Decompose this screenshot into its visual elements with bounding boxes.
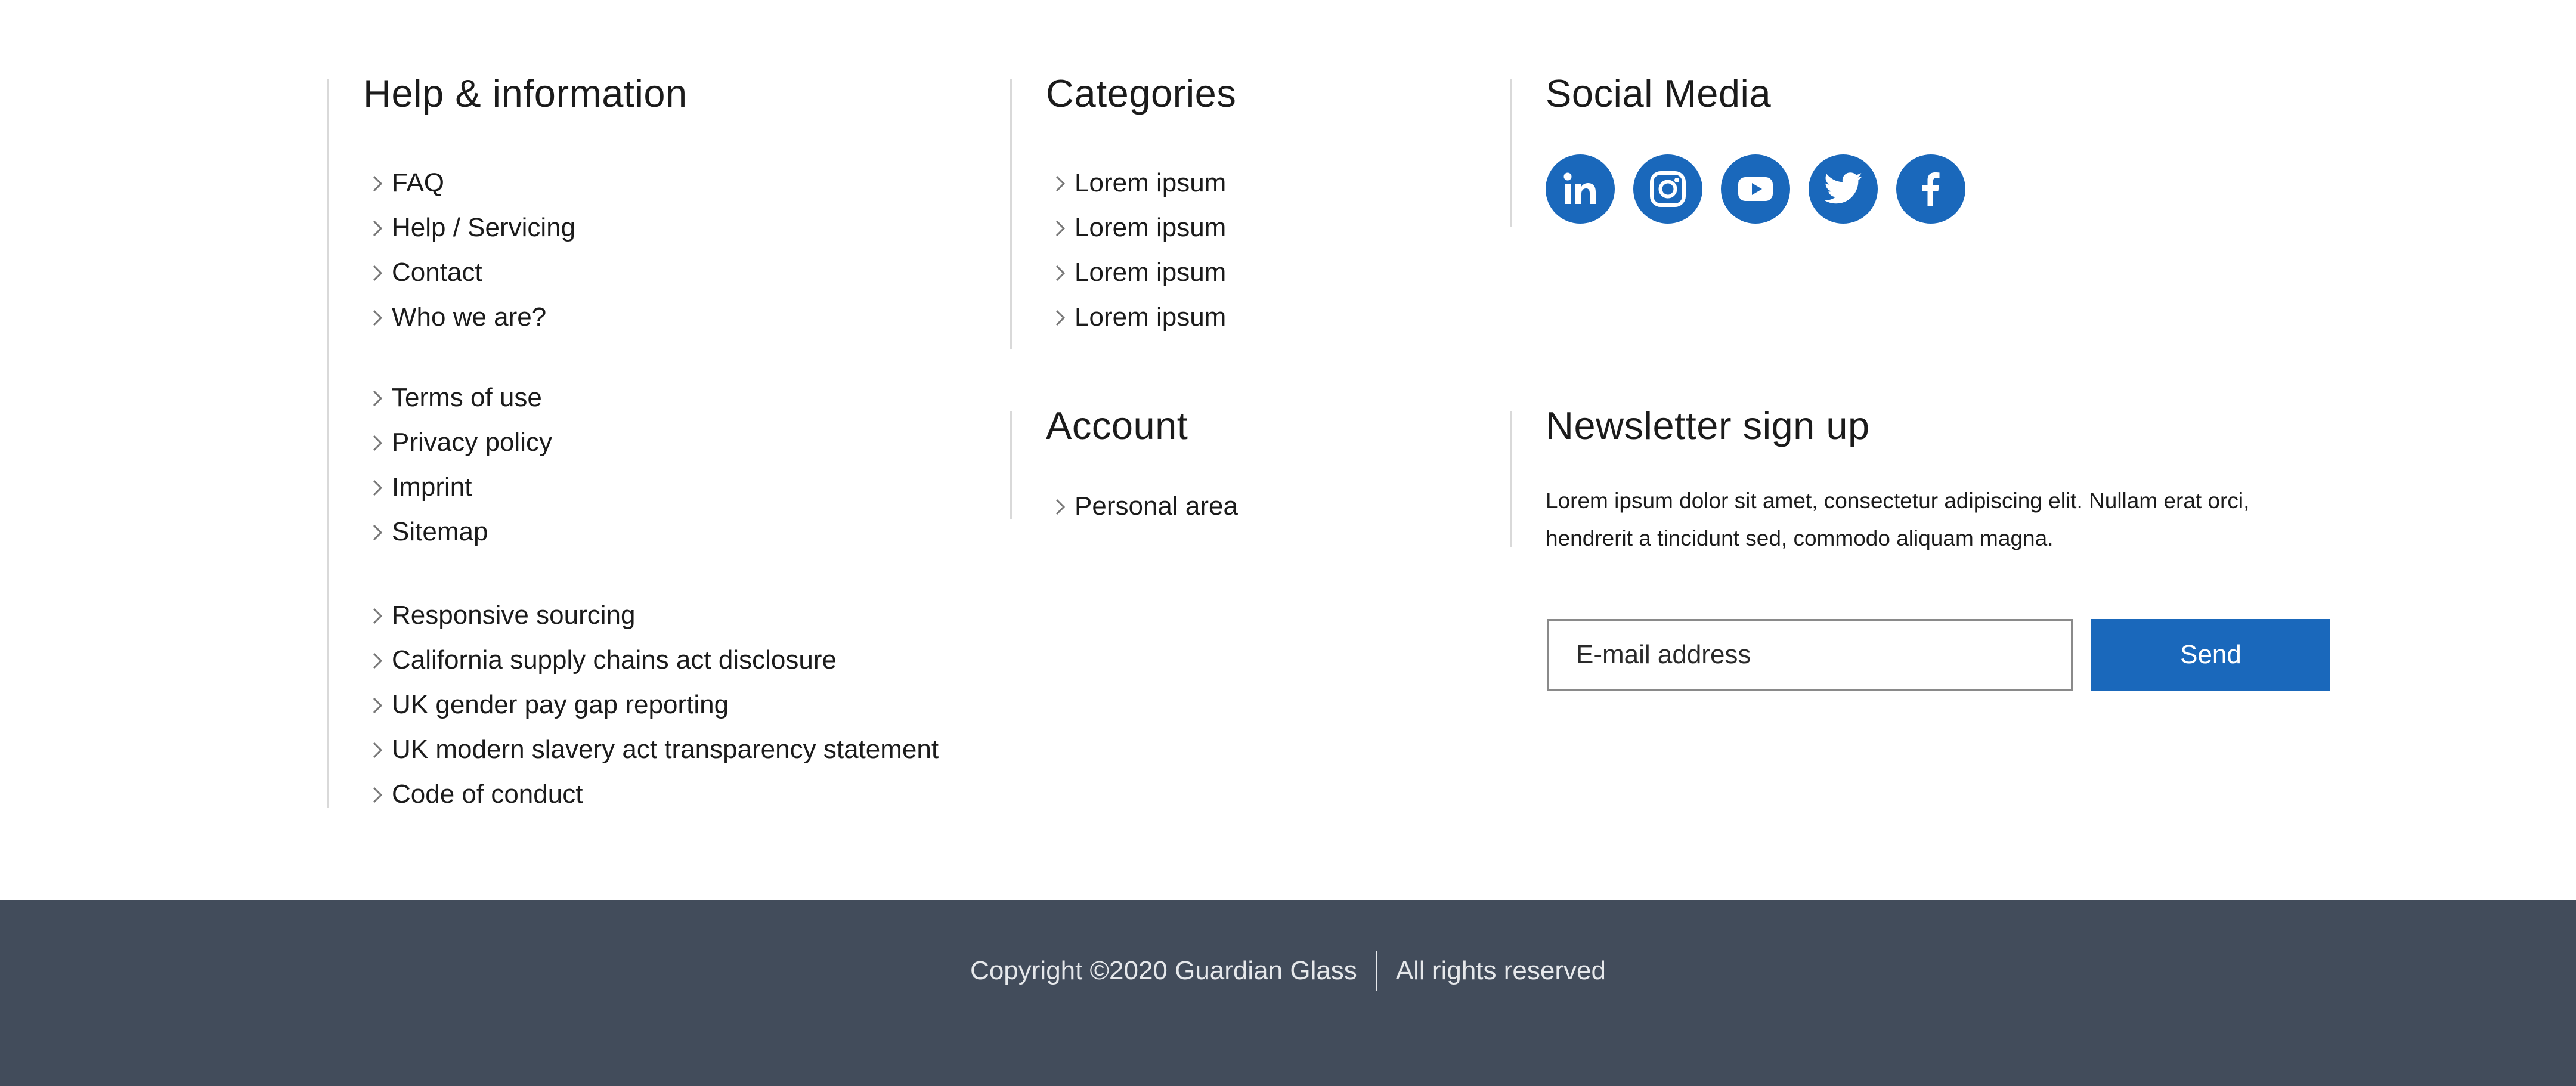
facebook-icon[interactable] (1896, 154, 1965, 224)
social-icons-row (1546, 154, 1965, 224)
chevron-right-icon (1046, 303, 1075, 332)
copyright-text: Copyright ©2020 Guardian Glass (970, 956, 1357, 985)
link-imprint[interactable]: Imprint (363, 465, 552, 509)
chevron-right-icon (1046, 492, 1075, 521)
chevron-right-icon (363, 691, 392, 719)
newsletter-description: Lorem ipsum dolor sit amet, consectetur … (1546, 488, 2250, 550)
link-label: Code of conduct (392, 779, 583, 809)
link-sitemap[interactable]: Sitemap (363, 509, 552, 554)
link-label: UK modern slavery act transparency state… (392, 734, 939, 764)
youtube-icon[interactable] (1721, 154, 1790, 224)
chevron-right-icon (363, 780, 392, 809)
chevron-right-icon (363, 518, 392, 546)
link-uk-modern-slavery[interactable]: UK modern slavery act transparency state… (363, 727, 939, 772)
link-label: California supply chains act disclosure (392, 645, 837, 675)
link-label: Lorem ipsum (1075, 168, 1227, 197)
rights-text: All rights reserved (1395, 956, 1606, 985)
newsletter-section: Newsletter sign up Lorem ipsum dolor sit… (1510, 404, 2249, 550)
categories-section: Categories Lorem ipsum Lorem ipsum Lorem… (1010, 72, 1236, 349)
link-label: Privacy policy (392, 427, 552, 457)
link-label: Sitemap (392, 516, 488, 546)
chevron-right-icon (363, 428, 392, 457)
link-uk-gender-pay-gap[interactable]: UK gender pay gap reporting (363, 682, 939, 727)
link-label: UK gender pay gap reporting (392, 689, 729, 719)
link-california-supply-chains[interactable]: California supply chains act disclosure (363, 638, 939, 682)
chevron-right-icon (363, 601, 392, 630)
link-label: Contact (392, 257, 482, 287)
link-label: FAQ (392, 168, 445, 197)
link-help-servicing[interactable]: Help / Servicing (363, 205, 575, 250)
link-label: Lorem ipsum (1075, 257, 1227, 287)
help-links-group-2: Terms of use Privacy policy Imprint Site… (363, 375, 552, 554)
help-information-section: Help & information FAQ Help / Servicing … (327, 72, 939, 809)
chevron-right-icon (363, 383, 392, 412)
chevron-right-icon (1046, 258, 1075, 287)
category-link[interactable]: Lorem ipsum (1046, 250, 1226, 295)
categories-links: Lorem ipsum Lorem ipsum Lorem ipsum Lore… (1046, 160, 1226, 339)
link-label: Who we are? (392, 302, 547, 332)
social-media-section: Social Media (1510, 72, 1965, 227)
link-privacy-policy[interactable]: Privacy policy (363, 420, 552, 465)
social-media-heading: Social Media (1546, 72, 1772, 115)
link-label: Terms of use (392, 382, 542, 412)
instagram-icon[interactable] (1633, 154, 1702, 224)
account-section: Account Personal area (1010, 404, 1238, 521)
link-label: Lorem ipsum (1075, 212, 1227, 242)
newsletter-heading: Newsletter sign up (1546, 404, 1870, 447)
chevron-right-icon (363, 169, 392, 197)
chevron-right-icon (1046, 169, 1075, 197)
link-terms-of-use[interactable]: Terms of use (363, 375, 552, 420)
categories-heading: Categories (1046, 72, 1237, 115)
link-label: Lorem ipsum (1075, 302, 1227, 332)
account-heading: Account (1046, 404, 1188, 447)
footer-bar: Copyright ©2020 Guardian Glass All right… (0, 900, 2576, 1086)
help-links-group-1: FAQ Help / Servicing Contact Who we are? (363, 160, 575, 339)
link-contact[interactable]: Contact (363, 250, 575, 295)
linkedin-icon[interactable] (1546, 154, 1615, 224)
send-button[interactable]: Send (2091, 619, 2330, 691)
account-links: Personal area (1046, 484, 1238, 528)
category-link[interactable]: Lorem ipsum (1046, 295, 1226, 339)
chevron-right-icon (363, 303, 392, 332)
chevron-right-icon (363, 473, 392, 502)
category-link[interactable]: Lorem ipsum (1046, 160, 1226, 205)
link-faq[interactable]: FAQ (363, 160, 575, 205)
chevron-right-icon (1046, 214, 1075, 242)
link-label: Imprint (392, 472, 472, 502)
footer-divider (1375, 951, 1377, 991)
link-code-of-conduct[interactable]: Code of conduct (363, 772, 939, 816)
chevron-right-icon (363, 258, 392, 287)
link-responsive-sourcing[interactable]: Responsive sourcing (363, 593, 939, 638)
chevron-right-icon (363, 214, 392, 242)
category-link[interactable]: Lorem ipsum (1046, 205, 1226, 250)
link-personal-area[interactable]: Personal area (1046, 484, 1238, 528)
link-who-we-are[interactable]: Who we are? (363, 295, 575, 339)
chevron-right-icon (363, 646, 392, 675)
help-information-heading: Help & information (363, 72, 688, 115)
email-input[interactable] (1547, 619, 2073, 691)
chevron-right-icon (363, 735, 392, 764)
twitter-icon[interactable] (1809, 154, 1878, 224)
help-links-group-3: Responsive sourcing California supply ch… (363, 593, 939, 816)
link-label: Help / Servicing (392, 212, 576, 242)
link-label: Personal area (1075, 491, 1238, 521)
link-label: Responsive sourcing (392, 600, 636, 630)
footer-copyright-row: Copyright ©2020 Guardian Glass All right… (0, 951, 2576, 991)
